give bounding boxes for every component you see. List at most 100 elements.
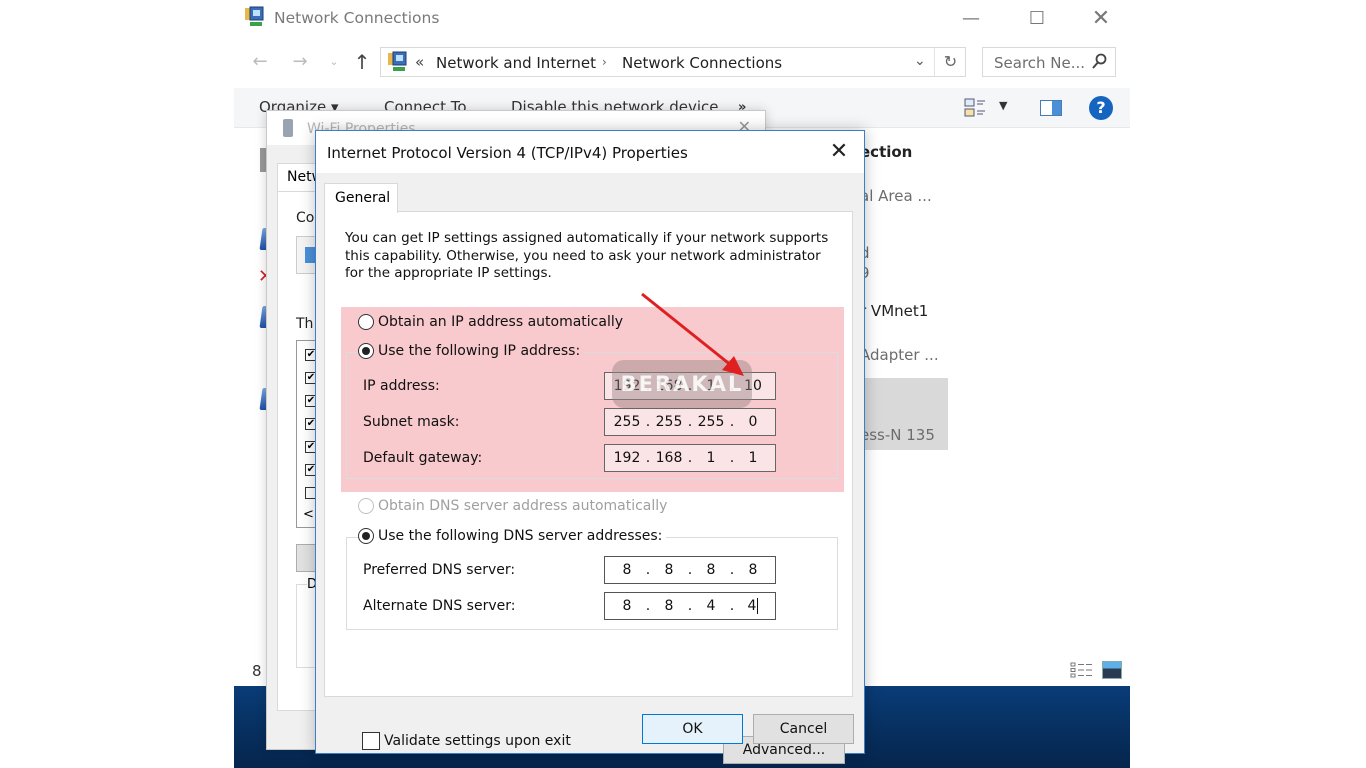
- radio-button-checked[interactable]: [358, 528, 374, 544]
- octet[interactable]: 4: [748, 598, 757, 614]
- default-gateway-input[interactable]: 192. 168. 1. 1: [604, 444, 776, 472]
- subnet-mask-input[interactable]: 255. 255. 255. 0: [604, 408, 776, 436]
- octet-dot: .: [729, 562, 735, 578]
- ok-button[interactable]: OK: [642, 714, 743, 744]
- network-adapter-icon: [283, 119, 293, 137]
- octet[interactable]: 4: [697, 598, 725, 614]
- octet[interactable]: 255: [697, 414, 725, 430]
- intro-text: You can get IP settings assigned automat…: [345, 230, 829, 281]
- default-gateway-row: Default gateway: 192. 168. 1. 1: [346, 444, 838, 472]
- connection-device-fragment: al Area ...: [860, 187, 932, 205]
- refresh-button[interactable]: ↻: [934, 48, 966, 76]
- octet[interactable]: 8: [697, 562, 725, 578]
- radio-button-disabled: [358, 498, 374, 514]
- close-button[interactable]: ✕: [1078, 4, 1124, 32]
- checkbox[interactable]: [362, 732, 380, 750]
- breadcrumb-separator-icon[interactable]: ›: [602, 55, 607, 69]
- breadcrumb-network-connections[interactable]: Network Connections: [622, 54, 782, 72]
- annotation-arrow-icon: [641, 292, 744, 376]
- details-view-icon[interactable]: [1070, 662, 1094, 678]
- octet-dot: .: [645, 414, 651, 430]
- items-label: Th: [296, 316, 314, 332]
- validate-settings-checkbox[interactable]: Validate settings upon exit: [362, 732, 571, 750]
- use-following-ip-radio[interactable]: Use the following IP address:: [358, 343, 585, 359]
- recent-locations-button[interactable]: ⌄: [322, 50, 346, 74]
- preferred-dns-label: Preferred DNS server:: [363, 562, 516, 578]
- maximize-button[interactable]: ☐: [1014, 4, 1060, 32]
- up-button[interactable]: ↑: [350, 50, 374, 74]
- octet[interactable]: 255: [613, 414, 641, 430]
- octet-dot: .: [729, 414, 735, 430]
- alternate-dns-row: Alternate DNS server: 8. 8. 4. 4: [346, 592, 838, 620]
- use-following-ip-label[interactable]: Use the following IP address:: [378, 343, 580, 359]
- octet[interactable]: 168: [655, 450, 683, 466]
- address-bar[interactable]: « Network and Internet › Network Connect…: [380, 47, 966, 77]
- forward-button[interactable]: →: [288, 50, 312, 74]
- scroll-left-button[interactable]: <: [303, 507, 314, 522]
- octet-dot: .: [687, 450, 693, 466]
- octet[interactable]: 192: [613, 450, 641, 466]
- alternate-dns-input[interactable]: 8. 8. 4. 4: [604, 592, 776, 620]
- octet-with-caret[interactable]: 4: [739, 598, 767, 614]
- octet[interactable]: 1: [697, 450, 725, 466]
- search-input[interactable]: Search Ne...: [982, 47, 1116, 77]
- ipv4-properties-dialog: Internet Protocol Version 4 (TCP/IPv4) P…: [315, 130, 865, 764]
- alternate-dns-label: Alternate DNS server:: [363, 598, 516, 614]
- connection-name-fragment[interactable]: ection: [860, 143, 912, 161]
- octet-dot: .: [729, 598, 735, 614]
- item-count: 8: [252, 662, 262, 680]
- ip-address-row: IP address: 192. 168. 1. 10: [346, 372, 838, 400]
- network-connections-icon: [245, 6, 264, 26]
- validate-settings-label[interactable]: Validate settings upon exit: [384, 733, 571, 749]
- view-options-dropdown[interactable]: ▼: [999, 99, 1007, 112]
- search-placeholder: Search Ne...: [994, 54, 1086, 72]
- octet[interactable]: 1: [739, 450, 767, 466]
- octet[interactable]: 8: [613, 562, 641, 578]
- page-margin-left: [0, 0, 234, 768]
- octet[interactable]: 255: [655, 414, 683, 430]
- connection-name-fragment[interactable]: r VMnet1: [860, 302, 928, 320]
- text-caret: [757, 598, 759, 614]
- back-button[interactable]: ←: [248, 50, 272, 74]
- octet[interactable]: 8: [613, 598, 641, 614]
- subnet-mask-row: Subnet mask: 255. 255. 255. 0: [346, 408, 838, 436]
- ipv4-dialog-title: Internet Protocol Version 4 (TCP/IPv4) P…: [327, 144, 688, 162]
- ipv4-dialog-close-button[interactable]: ✕: [824, 137, 854, 167]
- change-view-icon[interactable]: [964, 98, 986, 118]
- cancel-button[interactable]: Cancel: [753, 714, 854, 744]
- title-bar: Network Connections — ☐ ✕: [234, 0, 1130, 38]
- help-button[interactable]: ?: [1089, 96, 1113, 120]
- octet-dot: .: [729, 450, 735, 466]
- use-following-dns-radio[interactable]: Use the following DNS server addresses:: [358, 528, 667, 544]
- octet[interactable]: 0: [739, 414, 767, 430]
- breadcrumb-overflow-chevron[interactable]: «: [415, 53, 424, 71]
- ip-address-label: IP address:: [363, 378, 440, 394]
- octet-dot: .: [687, 414, 693, 430]
- octet-dot: .: [687, 598, 693, 614]
- octet[interactable]: 8: [655, 562, 683, 578]
- preferred-dns-input[interactable]: 8. 8. 8. 8: [604, 556, 776, 584]
- connect-using-label: Co: [296, 210, 315, 226]
- octet-dot: .: [645, 562, 651, 578]
- address-dropdown-icon[interactable]: ⌄: [914, 53, 926, 69]
- radio-button-checked[interactable]: [358, 343, 374, 359]
- radio-button[interactable]: [358, 314, 374, 330]
- octet[interactable]: 8: [655, 598, 683, 614]
- obtain-dns-auto-radio: Obtain DNS server address automatically: [358, 498, 667, 514]
- octet-dot: .: [645, 450, 651, 466]
- preview-pane-icon[interactable]: [1040, 100, 1062, 116]
- breadcrumb-network-and-internet[interactable]: Network and Internet: [436, 54, 596, 72]
- use-following-dns-label[interactable]: Use the following DNS server addresses:: [378, 528, 662, 544]
- obtain-dns-auto-label: Obtain DNS server address automatically: [378, 498, 668, 514]
- general-tab-panel: You can get IP settings assigned automat…: [324, 211, 853, 764]
- window-title: Network Connections: [274, 9, 440, 27]
- preferred-dns-row: Preferred DNS server: 8. 8. 8. 8: [346, 556, 838, 584]
- large-icons-view-icon[interactable]: [1102, 661, 1122, 679]
- obtain-ip-auto-radio[interactable]: Obtain an IP address automatically: [358, 314, 623, 330]
- subnet-mask-label: Subnet mask:: [363, 414, 460, 430]
- tab-general[interactable]: General: [324, 183, 398, 213]
- octet[interactable]: 8: [739, 562, 767, 578]
- minimize-button[interactable]: —: [948, 4, 994, 32]
- search-icon[interactable]: [1091, 53, 1107, 71]
- obtain-ip-auto-label[interactable]: Obtain an IP address automatically: [378, 314, 623, 330]
